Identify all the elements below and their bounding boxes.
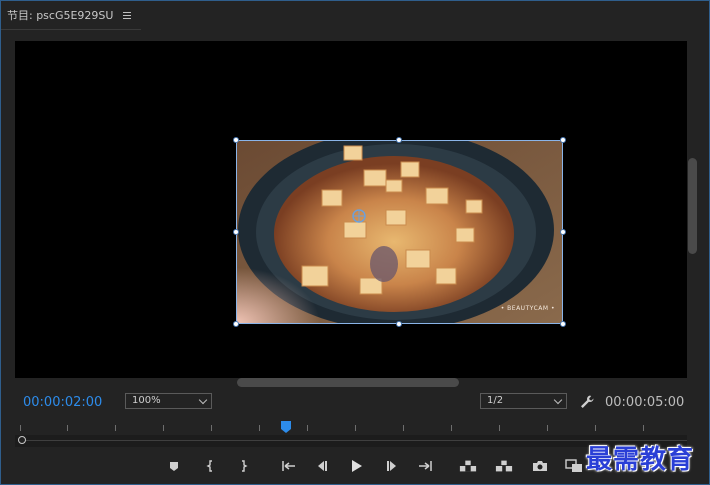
compare-icon	[565, 459, 582, 472]
monitor-control-row: 00:00:02:00 100% 1/2 00:00:05:00	[1, 390, 709, 414]
transform-handle-tr[interactable]	[560, 137, 566, 143]
wrench-icon[interactable]	[579, 394, 595, 410]
add-marker-button[interactable]	[165, 457, 183, 475]
step-back-icon	[318, 461, 327, 471]
transform-handle-bl[interactable]	[233, 321, 239, 327]
go-to-out-icon	[419, 461, 432, 471]
time-ruler[interactable]	[15, 421, 687, 433]
chevron-down-icon	[553, 395, 563, 405]
video-frame[interactable]: • BEAUTYCAM •	[236, 140, 563, 324]
transform-handle-tl[interactable]	[233, 137, 239, 143]
comparison-view-button[interactable]	[565, 457, 583, 475]
duration-timecode: 00:00:05:00	[605, 395, 685, 410]
zoom-select-value: 100%	[132, 395, 161, 406]
go-to-out-button[interactable]	[417, 457, 435, 475]
marker-icon	[170, 462, 178, 471]
play-icon	[352, 460, 362, 472]
transform-handle-ml[interactable]	[233, 229, 239, 235]
mark-in-button[interactable]	[202, 457, 220, 475]
zoom-select[interactable]: 100%	[125, 393, 212, 409]
resolution-select[interactable]: 1/2	[480, 393, 567, 409]
zoom-scroll-handle[interactable]	[18, 436, 26, 444]
chevron-down-icon	[198, 395, 208, 405]
transform-handle-mr[interactable]	[560, 229, 566, 235]
extract-icon	[495, 460, 513, 472]
hamburger-icon[interactable]	[123, 8, 135, 22]
playhead[interactable]	[281, 421, 291, 433]
transform-handle-bc[interactable]	[396, 321, 402, 327]
vertical-scrollbar[interactable]	[687, 41, 699, 378]
camera-icon	[533, 461, 547, 471]
step-forward-icon	[387, 461, 396, 471]
brand-watermark-logo: 最需教育	[586, 445, 695, 475]
vertical-scrollbar-thumb[interactable]	[688, 158, 697, 254]
video-frame-image	[236, 140, 563, 324]
panel-tab-underline	[1, 29, 141, 30]
transform-handle-br[interactable]	[560, 321, 566, 327]
export-frame-button[interactable]	[531, 457, 549, 475]
frame-watermark: • BEAUTYCAM •	[500, 305, 555, 312]
step-back-button[interactable]	[313, 457, 331, 475]
panel-title[interactable]: 节目: pscG5E929SU	[7, 7, 113, 23]
go-to-in-button[interactable]	[279, 457, 297, 475]
mark-out-button[interactable]	[234, 457, 252, 475]
horizontal-scrollbar-thumb[interactable]	[237, 378, 459, 387]
play-button[interactable]	[347, 457, 365, 475]
lift-icon	[459, 460, 477, 472]
panel-header: 节目: pscG5E929SU	[1, 1, 709, 29]
lift-button[interactable]	[459, 457, 477, 475]
extract-button[interactable]	[495, 457, 513, 475]
current-timecode[interactable]: 00:00:02:00	[23, 395, 102, 410]
mark-out-icon	[242, 460, 248, 472]
resolution-select-value: 1/2	[487, 395, 504, 406]
go-to-in-icon	[282, 461, 295, 471]
program-monitor-panel: 节目: pscG5E929SU • BEAUTYCAM • 00:00:02:0…	[0, 0, 710, 485]
transform-handle-tc[interactable]	[396, 137, 402, 143]
mark-in-icon	[206, 460, 212, 472]
step-forward-button[interactable]	[383, 457, 401, 475]
